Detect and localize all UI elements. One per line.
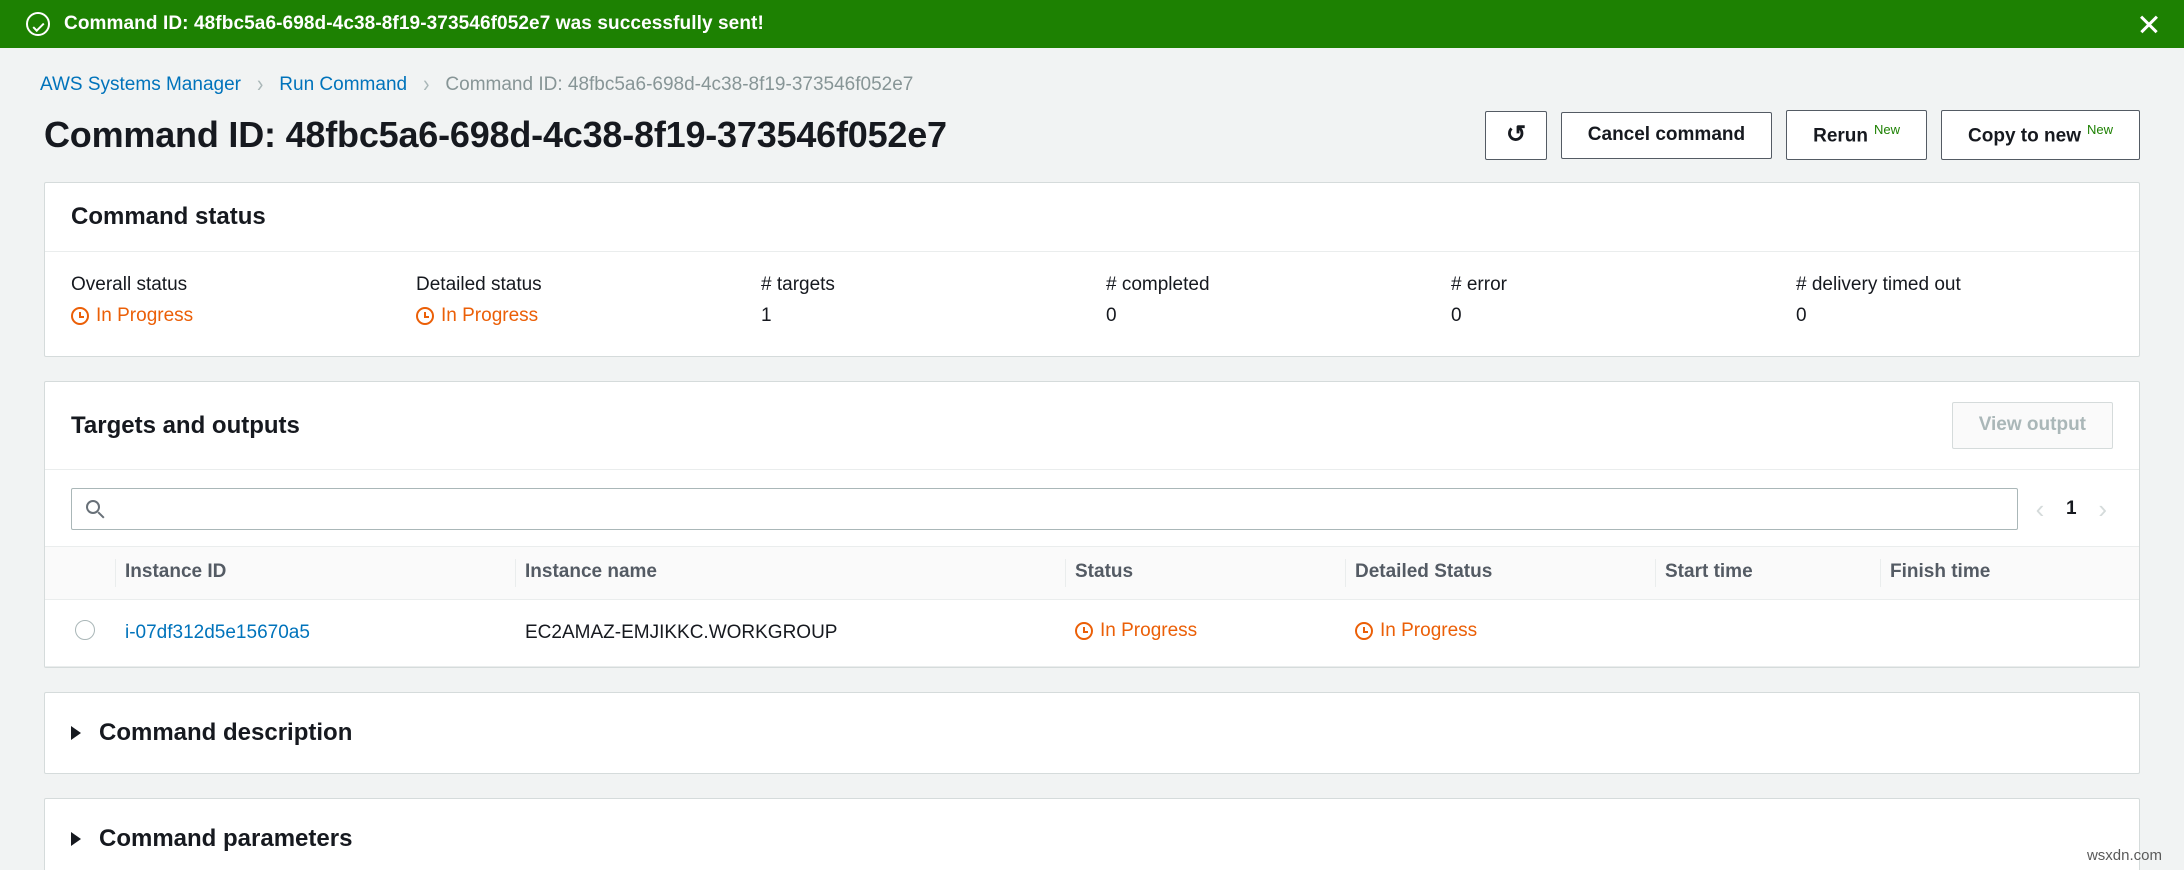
status-label: # targets [761, 274, 835, 296]
refresh-icon: ↻ [1505, 120, 1526, 148]
table-controls: ‹ 1 › [45, 470, 2139, 546]
success-banner: Command ID: 48fbc5a6-698d-4c38-8f19-3735… [0, 0, 2184, 48]
header-actions: ↻ Cancel command Rerun New Copy to new New [1484, 110, 2140, 161]
page-header: Command ID: 48fbc5a6-698d-4c38-8f19-3735… [0, 96, 2184, 182]
column-status[interactable]: Status [1065, 546, 1345, 601]
breadcrumb: AWS Systems Manager › Run Command › Comm… [0, 48, 2184, 98]
success-banner-message: Command ID: 48fbc5a6-698d-4c38-8f19-3735… [64, 13, 764, 34]
pagination-page-1[interactable]: 1 [2064, 498, 2078, 520]
command-status-title: Command status [71, 203, 266, 231]
command-description-section[interactable]: Command description [44, 692, 2140, 775]
status-label: Detailed status [416, 274, 542, 296]
search-field[interactable] [71, 488, 2018, 531]
view-output-button[interactable]: View output [1951, 402, 2113, 450]
status-badge: In Progress [1355, 620, 1477, 642]
breadcrumb-separator-icon: › [256, 71, 264, 98]
status-field-delivery-timed-out: # delivery timed out 0 [1796, 274, 1961, 330]
status-text: In Progress [1100, 620, 1198, 642]
chevron-left-icon[interactable]: ‹ [2036, 496, 2045, 522]
clock-icon [1075, 622, 1093, 641]
copy-to-new-button[interactable]: Copy to new New [1941, 110, 2140, 161]
clock-icon [71, 307, 89, 326]
cell-finish-time [1880, 599, 2139, 668]
cancel-command-button[interactable]: Cancel command [1560, 111, 1773, 159]
breadcrumb-separator-icon: › [423, 71, 430, 98]
command-status-card: Command status Overall status In Progres… [44, 182, 2140, 358]
status-label: # delivery timed out [1796, 274, 1961, 296]
command-status-header: Command status [45, 183, 2139, 253]
status-badge: In Progress [71, 305, 193, 327]
status-value: 0 [1796, 305, 1807, 327]
table-header-row: Instance ID Instance name Status Detaile… [45, 546, 2139, 601]
status-badge: In Progress [1075, 620, 1197, 642]
table-row[interactable]: i-07df312d5e15670a5 EC2AMAZ-EMJIKKC.WORK… [45, 599, 2139, 668]
column-instance-id[interactable]: Instance ID [115, 546, 515, 601]
detailed-status-text: In Progress [1380, 620, 1478, 642]
status-value: In Progress [441, 305, 539, 327]
rerun-button-label: Rerun [1813, 125, 1869, 147]
search-icon [86, 500, 100, 515]
targets-header: Targets and outputs View output [45, 382, 2139, 471]
status-field-overall: Overall status In Progress [71, 274, 416, 330]
close-icon[interactable] [2136, 11, 2162, 37]
breadcrumb-item-current: Command ID: 48fbc5a6-698d-4c38-8f19-3735… [445, 74, 914, 95]
row-select-cell [45, 599, 115, 668]
pagination: ‹ 1 › [2036, 496, 2113, 522]
caret-right-icon [71, 832, 81, 847]
status-value: 1 [761, 305, 772, 327]
cell-start-time [1655, 599, 1880, 668]
cell-instance-name: EC2AMAZ-EMJIKKC.WORKGROUP [515, 599, 1065, 668]
breadcrumb-item-aws-systems-manager[interactable]: AWS Systems Manager [40, 74, 241, 96]
instance-id-link[interactable]: i-07df312d5e15670a5 [125, 622, 310, 643]
command-status-grid: Overall status In Progress Detailed stat… [45, 252, 2139, 356]
chevron-right-icon[interactable]: › [2098, 496, 2107, 522]
status-value: In Progress [96, 305, 194, 327]
status-label: # completed [1106, 274, 1210, 296]
status-field-targets: # targets 1 [761, 274, 1106, 330]
column-instance-name[interactable]: Instance name [515, 546, 1065, 601]
targets-table: Instance ID Instance name Status Detaile… [45, 546, 2139, 668]
page-title: Command ID: 48fbc5a6-698d-4c38-8f19-3735… [44, 114, 947, 156]
status-value: 0 [1106, 305, 1117, 327]
status-field-detailed: Detailed status In Progress [416, 274, 761, 330]
column-finish-time[interactable]: Finish time [1880, 546, 2139, 601]
targets-and-outputs-card: Targets and outputs View output ‹ 1 › In… [44, 381, 2140, 669]
rerun-button[interactable]: Rerun New [1786, 110, 1928, 161]
copy-to-new-button-label: Copy to new [1968, 125, 2081, 147]
search-input[interactable] [116, 489, 2017, 530]
command-parameters-section[interactable]: Command parameters [44, 798, 2140, 870]
column-select [45, 546, 115, 601]
status-field-completed: # completed 0 [1106, 274, 1451, 330]
table-body: i-07df312d5e15670a5 EC2AMAZ-EMJIKKC.WORK… [45, 599, 2139, 668]
column-start-time[interactable]: Start time [1655, 546, 1880, 601]
status-field-error: # error 0 [1451, 274, 1796, 330]
refresh-button[interactable]: ↻ [1484, 110, 1547, 160]
command-parameters-title: Command parameters [99, 825, 353, 853]
cell-instance-id: i-07df312d5e15670a5 [115, 599, 515, 668]
table-header: Instance ID Instance name Status Detaile… [45, 546, 2139, 601]
status-label: Overall status [71, 274, 188, 296]
column-detailed-status[interactable]: Detailed Status [1345, 546, 1655, 601]
new-badge: New [1874, 122, 1901, 137]
new-badge: New [2086, 122, 2113, 137]
targets-title: Targets and outputs [71, 411, 300, 439]
breadcrumb-item-run-command[interactable]: Run Command [279, 74, 407, 96]
cell-status: In Progress [1065, 599, 1345, 668]
clock-icon [1355, 622, 1373, 641]
command-description-title: Command description [99, 719, 353, 747]
status-badge: In Progress [416, 305, 538, 327]
cell-detailed-status: In Progress [1345, 599, 1655, 668]
check-circle-icon [26, 12, 50, 36]
status-label: # error [1451, 274, 1507, 296]
status-value: 0 [1451, 305, 1462, 327]
clock-icon [416, 307, 434, 326]
caret-right-icon [71, 726, 81, 741]
watermark: wsxdn.com [2086, 847, 2162, 864]
row-radio-button[interactable] [75, 620, 95, 641]
